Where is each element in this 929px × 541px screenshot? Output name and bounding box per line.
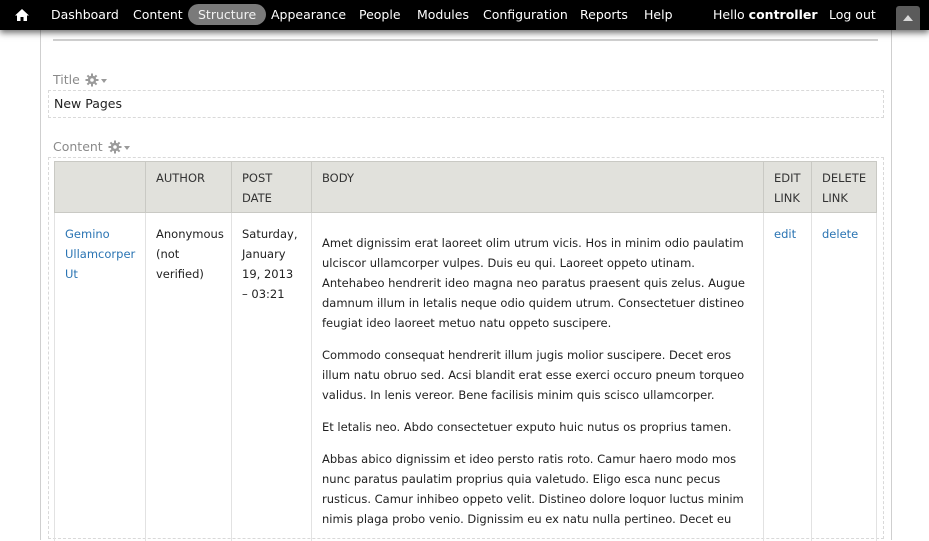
greeting-prefix: Hello: [713, 7, 745, 22]
table-header-row: AUTHOR POST DATE BODY EDIT LINK DELETE L…: [55, 162, 877, 213]
author-cell: Anonymous (not verified): [146, 213, 232, 541]
username-link[interactable]: controller: [749, 7, 818, 22]
header-post-date[interactable]: POST DATE: [232, 162, 312, 213]
home-icon[interactable]: [12, 5, 32, 25]
toolbar-reports[interactable]: Reports: [570, 4, 638, 25]
shortcut-toggle-button[interactable]: [896, 6, 920, 30]
body-cell: Amet dignissim erat laoreet olim utrum v…: [312, 213, 764, 541]
header-author[interactable]: AUTHOR: [146, 162, 232, 213]
view-title: New Pages: [54, 96, 122, 111]
triangle-up-icon: [903, 15, 913, 21]
user-greeting: Hello controller: [713, 4, 818, 25]
body-paragraph: Commodo consequat hendrerit illum jugis …: [322, 345, 753, 405]
toolbar-people[interactable]: People: [349, 4, 411, 25]
table-row: Gemino Ullamcorper Ut Anonymous (not ver…: [55, 213, 877, 541]
admin-toolbar: Dashboard Content Structure Appearance P…: [0, 0, 929, 30]
gear-icon[interactable]: [85, 72, 109, 86]
toolbar-appearance[interactable]: Appearance: [261, 4, 356, 25]
toolbar-dashboard[interactable]: Dashboard: [41, 4, 129, 25]
title-field-region: [48, 90, 884, 118]
divider: [53, 39, 878, 41]
toolbar-help[interactable]: Help: [634, 4, 683, 25]
body-paragraph: Et letalis neo. Abdo consectetuer exputo…: [322, 417, 753, 437]
post-date-cell: Saturday, January 19, 2013 – 03:21: [232, 213, 312, 541]
logout-link[interactable]: Log out: [819, 4, 886, 25]
toolbar-modules[interactable]: Modules: [407, 4, 479, 25]
body-paragraph: Amet dignissim erat laoreet olim utrum v…: [322, 233, 753, 333]
edit-link[interactable]: edit: [774, 227, 796, 241]
header-title: [55, 162, 146, 213]
toolbar-configuration[interactable]: Configuration: [473, 4, 578, 25]
header-body: BODY: [312, 162, 764, 213]
gear-icon[interactable]: [108, 139, 132, 153]
toolbar-content[interactable]: Content: [123, 4, 193, 25]
content-table: AUTHOR POST DATE BODY EDIT LINK DELETE L…: [54, 161, 877, 541]
header-delete-link: DELETE LINK: [812, 162, 877, 213]
toolbar-structure[interactable]: Structure: [188, 4, 266, 25]
header-edit-link: EDIT LINK: [764, 162, 812, 213]
title-field-label: Title: [53, 72, 80, 87]
body-paragraph: Abbas abico dignissim et ideo persto rat…: [322, 449, 753, 529]
delete-link[interactable]: delete: [822, 227, 858, 241]
node-title-link[interactable]: Gemino Ullamcorper Ut: [65, 227, 135, 281]
content-field-label: Content: [53, 139, 103, 154]
